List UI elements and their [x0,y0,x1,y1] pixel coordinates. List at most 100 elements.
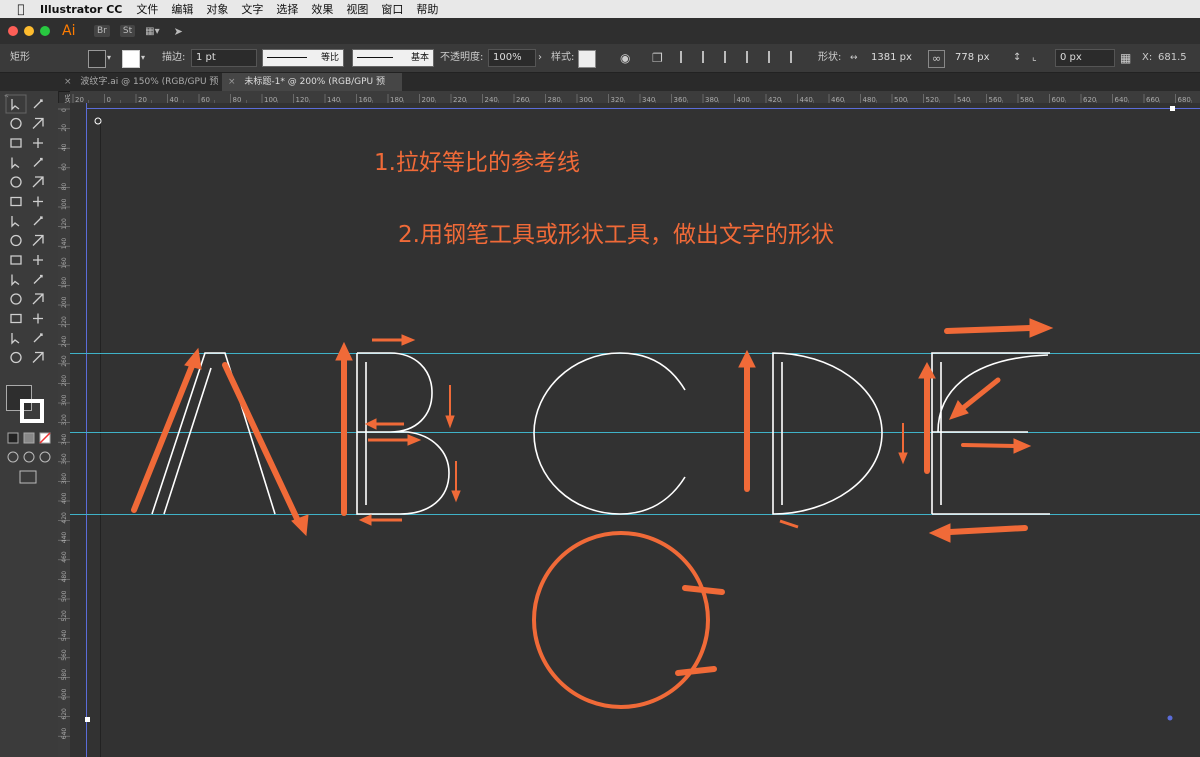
menu-window[interactable]: 窗口 [381,1,403,17]
letter-b[interactable] [356,352,450,515]
fill-dropdown-icon[interactable]: ▾ [107,50,111,66]
ruler-label: 60 [61,163,68,171]
ruler-label: 180 [61,277,68,289]
artboard-handle-icon[interactable] [1170,106,1175,111]
eraser-icon[interactable] [31,195,45,209]
magic-wand-icon[interactable] [9,117,23,131]
type-tool-icon[interactable] [9,156,23,170]
mesh-tool-icon[interactable] [9,273,23,287]
gradient-tool-icon[interactable] [31,273,45,287]
direct-selection-tool-icon[interactable] [31,97,45,111]
graphic-style-swatch[interactable] [578,50,596,68]
stock-button[interactable]: St [119,25,136,37]
pen-tool-icon[interactable] [9,136,23,150]
height-field[interactable]: 778 px [950,49,1008,67]
stroke-weight-field[interactable]: 1 pt [191,49,257,67]
blend-tool-icon[interactable] [31,292,45,306]
shape-builder-icon[interactable] [9,253,23,267]
arrange-documents-icon[interactable]: ▦▾ [145,26,159,37]
draw-behind-icon[interactable] [23,451,35,463]
letter-d[interactable] [772,352,883,515]
constrain-proportions-icon[interactable]: ∞ [928,50,946,68]
arrow-head-icon [928,523,951,543]
apple-icon[interactable]:  [14,2,28,16]
menu-view[interactable]: 视图 [346,1,368,17]
stroke-color-box[interactable] [20,399,44,423]
color-mode-icon[interactable] [7,432,19,444]
stroke-dropdown-icon[interactable]: ▾ [141,50,145,66]
gpu-performance-icon[interactable]: ➤ [174,25,183,38]
artboard-handle-icon[interactable] [1167,715,1173,721]
ellipse-tool-icon[interactable] [9,175,23,189]
corner-radius-field[interactable]: 0 px [1055,49,1115,67]
artboard-handle-icon[interactable] [94,117,102,125]
tab-bowen[interactable]: × 波纹字.ai @ 150% (RGB/GPU 预览) [58,73,230,105]
window-controls [8,26,50,36]
selection-tool-icon[interactable] [9,97,23,111]
transform-icon[interactable]: ❐ [652,50,663,66]
align-right-icon[interactable] [724,51,740,63]
draw-inside-icon[interactable] [39,451,51,463]
menu-effect[interactable]: 效果 [311,1,333,17]
brush-definition[interactable]: 基本 [352,49,434,67]
stroke-swatch[interactable] [122,50,140,68]
paintbrush-icon[interactable] [31,175,45,189]
opacity-label[interactable]: 不透明度: [440,50,483,66]
scale-tool-icon[interactable] [31,214,45,228]
zoom-window-icon[interactable] [40,26,50,36]
opacity-arrow-icon[interactable]: › [538,50,542,66]
column-graph-icon[interactable] [31,312,45,326]
free-transform-icon[interactable] [31,234,45,248]
menu-help[interactable]: 帮助 [416,1,438,17]
close-tab-icon[interactable]: × [64,77,72,87]
ruler-label: 360 [61,453,68,465]
gradient-mode-icon[interactable] [23,432,35,444]
variable-width-profile[interactable]: 等比 [262,49,344,67]
menu-file[interactable]: 文件 [136,1,158,17]
opacity-field[interactable]: 100% [488,49,536,67]
menu-type[interactable]: 文字 [241,1,263,17]
close-tab-icon[interactable]: × [228,77,236,87]
menu-edit[interactable]: 编辑 [171,1,193,17]
menu-select[interactable]: 选择 [276,1,298,17]
width-field[interactable]: 1381 px [866,49,924,67]
align-bottom-icon[interactable] [790,51,806,63]
rotate-tool-icon[interactable] [9,214,23,228]
zoom-tool-icon[interactable] [31,351,45,365]
x-field[interactable]: 681.5 [1158,50,1198,66]
align-top-icon[interactable] [746,51,762,63]
hand-tool-icon[interactable] [9,351,23,365]
letter-c[interactable] [533,352,686,515]
line-tool-icon[interactable] [31,156,45,170]
menu-object[interactable]: 对象 [206,1,228,17]
slice-tool-icon[interactable] [31,331,45,345]
curvature-tool-icon[interactable] [31,136,45,150]
symbol-sprayer-icon[interactable] [9,312,23,326]
recolor-artwork-icon[interactable]: ◉ [620,50,630,66]
artboard-handle-icon[interactable] [85,717,90,722]
corner-type-icon[interactable]: ⌞ [1032,50,1037,66]
width-tool-icon[interactable] [9,234,23,248]
tab-untitled[interactable]: × 未标题-1* @ 200% (RGB/GPU 预览) [222,73,402,105]
eyedropper-icon[interactable] [9,292,23,306]
screen-mode-icon[interactable] [19,470,37,484]
reference-point-icon[interactable]: ▦ [1120,50,1131,66]
bridge-button[interactable]: Br [94,25,110,37]
align-hcenter-icon[interactable] [702,51,718,63]
fill-stroke-control[interactable] [6,385,50,427]
align-vcenter-icon[interactable] [768,51,784,63]
selected-tool-highlight [5,94,27,114]
fill-swatch[interactable] [88,50,106,68]
artboard-tool-icon[interactable] [9,331,23,345]
minimize-window-icon[interactable] [24,26,34,36]
close-window-icon[interactable] [8,26,18,36]
canvas[interactable]: 1.拉好等比的参考线 2.用钢笔工具或形状工具，做出文字的形状 [70,103,1200,757]
shaper-tool-icon[interactable] [9,195,23,209]
circle-tick-top [682,585,725,595]
perspective-grid-icon[interactable] [31,253,45,267]
draw-normal-icon[interactable] [7,451,19,463]
app-menu[interactable]: Illustrator CC [40,3,122,16]
letter-e[interactable] [931,352,1050,515]
align-left-icon[interactable] [680,51,696,63]
lasso-icon[interactable] [31,117,45,131]
